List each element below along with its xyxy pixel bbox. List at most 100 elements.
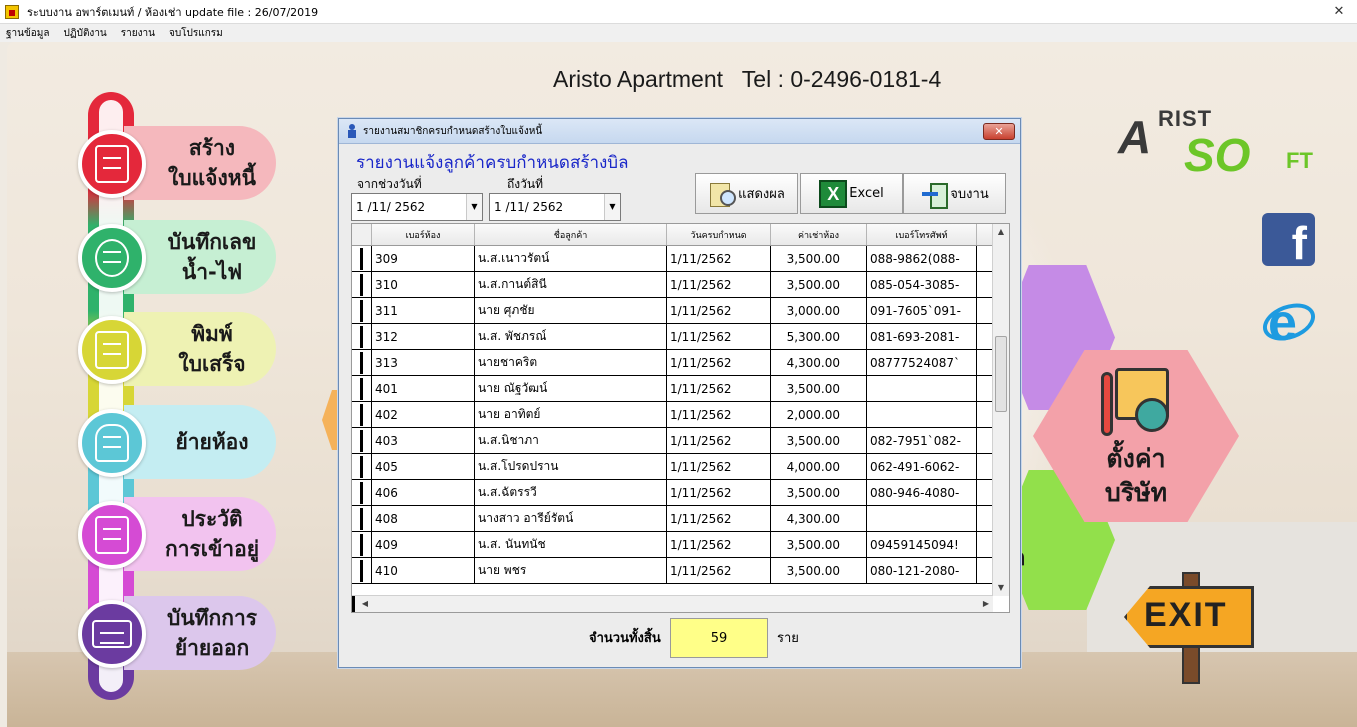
- cell-name[interactable]: น.ส.โปรดปราน: [475, 454, 667, 479]
- cell-name[interactable]: น.ส.กานต์สินี: [475, 272, 667, 297]
- cell-phone[interactable]: [867, 506, 977, 531]
- menu-exit-program[interactable]: จบโปรแกรม: [169, 26, 223, 41]
- cell-rent[interactable]: 3,000.00: [771, 298, 867, 323]
- report-table[interactable]: เบอร์ห้อง ชื่อลูกค้า วันครบกำหนด ค่าเช่า…: [351, 223, 1010, 613]
- table-row[interactable]: 313 นายชาคริต 1/11/2562 4,300.00 08777524087…: [352, 350, 993, 376]
- table-row[interactable]: 405 น.ส.โปรดปราน 1/11/2562 4,000.00 062-491-…: [352, 454, 993, 480]
- cell-name[interactable]: น.ส.ฉัตรรวี: [475, 480, 667, 505]
- menu-reports[interactable]: รายงาน: [121, 26, 155, 41]
- cell-rent[interactable]: 2,000.00: [771, 402, 867, 427]
- cell-phone[interactable]: 09459145094!: [867, 532, 977, 557]
- scroll-right-icon[interactable]: ▶: [979, 596, 993, 612]
- cell-phone[interactable]: 081-693-2081-: [867, 324, 977, 349]
- cell-name[interactable]: นายชาคริต: [475, 350, 667, 375]
- show-report-button[interactable]: แสดงผล: [695, 173, 798, 214]
- col-rent-header[interactable]: ค่าเช่าห้อง: [771, 224, 867, 245]
- to-date-picker[interactable]: 1 /11/ 2562 ▼: [489, 193, 621, 221]
- facebook-icon[interactable]: f: [1262, 213, 1315, 269]
- cell-room[interactable]: 410: [372, 558, 475, 583]
- cell-room[interactable]: 402: [372, 402, 475, 427]
- cell-room[interactable]: 406: [372, 480, 475, 505]
- cell-name[interactable]: นาย อาทิตย์: [475, 402, 667, 427]
- cell-date[interactable]: 1/11/2562: [667, 272, 771, 297]
- cell-name[interactable]: น.ส. นันทนัช: [475, 532, 667, 557]
- cell-date[interactable]: 1/11/2562: [667, 324, 771, 349]
- invoice-icon[interactable]: [78, 130, 146, 198]
- moving-truck-icon[interactable]: [78, 600, 146, 668]
- cell-room[interactable]: 401: [372, 376, 475, 401]
- cell-phone[interactable]: 08777524087`: [867, 350, 977, 375]
- receipt-icon[interactable]: [78, 316, 146, 384]
- move-room-icon[interactable]: [78, 409, 146, 477]
- cell-room[interactable]: 403: [372, 428, 475, 453]
- table-row[interactable]: 311 นาย ศุภชัย 1/11/2562 3,000.00 091-7605`0…: [352, 298, 993, 324]
- row-selector[interactable]: [352, 350, 372, 375]
- menu-stay-history[interactable]: ประวัติ การเข้าอยู่: [78, 495, 278, 575]
- row-selector[interactable]: [352, 506, 372, 531]
- scroll-thumb[interactable]: [995, 336, 1007, 412]
- cell-name[interactable]: น.ส. พัชภรณ์: [475, 324, 667, 349]
- table-row[interactable]: 406 น.ส.ฉัตรรวี 1/11/2562 3,500.00 080-946-4…: [352, 480, 993, 506]
- cell-rent[interactable]: 4,300.00: [771, 350, 867, 375]
- cell-date[interactable]: 1/11/2562: [667, 480, 771, 505]
- scroll-left-icon[interactable]: ◀: [358, 596, 372, 612]
- cell-rent[interactable]: 3,500.00: [771, 428, 867, 453]
- cell-phone[interactable]: 080-946-4080-: [867, 480, 977, 505]
- cell-date[interactable]: 1/11/2562: [667, 558, 771, 583]
- cell-rent[interactable]: 5,300.00: [771, 324, 867, 349]
- table-row[interactable]: 401 นาย ณัฐวัฒน์ 1/11/2562 3,500.00: [352, 376, 993, 402]
- cell-name[interactable]: นาย ศุภชัย: [475, 298, 667, 323]
- row-selector[interactable]: [352, 480, 372, 505]
- row-selector[interactable]: [352, 376, 372, 401]
- menu-record-utility-pill[interactable]: บันทึกเลข น้ำ-ไฟ: [124, 220, 276, 294]
- cell-rent[interactable]: 3,500.00: [771, 532, 867, 557]
- cell-date[interactable]: 1/11/2562: [667, 506, 771, 531]
- cell-phone[interactable]: 091-7605`091-: [867, 298, 977, 323]
- cell-date[interactable]: 1/11/2562: [667, 246, 771, 271]
- vertical-scrollbar[interactable]: ▲ ▼: [992, 224, 1009, 596]
- scroll-down-icon[interactable]: ▼: [993, 580, 1009, 596]
- history-icon[interactable]: [78, 501, 146, 569]
- row-selector[interactable]: [352, 272, 372, 297]
- table-row[interactable]: 309 น.ส.เนาวรัตน์ 1/11/2562 3,500.00 088-986…: [352, 246, 993, 272]
- menu-create-invoice[interactable]: สร้าง ใบแจ้งหนี้: [78, 124, 278, 204]
- row-selector[interactable]: [352, 246, 372, 271]
- scroll-up-icon[interactable]: ▲: [993, 224, 1009, 240]
- cell-date[interactable]: 1/11/2562: [667, 298, 771, 323]
- menu-move-room[interactable]: ย้ายห้อง: [78, 403, 278, 483]
- cell-date[interactable]: 1/11/2562: [667, 402, 771, 427]
- chevron-down-icon[interactable]: ▼: [604, 194, 620, 220]
- meter-icon[interactable]: [78, 224, 146, 292]
- menu-create-invoice-pill[interactable]: สร้าง ใบแจ้งหนี้: [124, 126, 276, 200]
- menu-record-utility[interactable]: บันทึกเลข น้ำ-ไฟ: [78, 218, 278, 298]
- row-selector[interactable]: [352, 324, 372, 349]
- row-selector[interactable]: [352, 402, 372, 427]
- col-room-header[interactable]: เบอร์ห้อง: [372, 224, 475, 245]
- col-date-header[interactable]: วันครบกำหนด: [667, 224, 771, 245]
- cell-rent[interactable]: 3,500.00: [771, 246, 867, 271]
- chevron-down-icon[interactable]: ▼: [466, 194, 482, 220]
- cell-rent[interactable]: 4,300.00: [771, 506, 867, 531]
- cell-room[interactable]: 310: [372, 272, 475, 297]
- menu-operations[interactable]: ปฏิบัติงาน: [64, 26, 107, 41]
- col-name-header[interactable]: ชื่อลูกค้า: [475, 224, 667, 245]
- table-row[interactable]: 408 นางสาว อารีย์รัตน์ 1/11/2562 4,300.00: [352, 506, 993, 532]
- cell-name[interactable]: นาย พชร: [475, 558, 667, 583]
- table-row[interactable]: 403 น.ส.นิชาภา 1/11/2562 3,500.00 082-7951`0…: [352, 428, 993, 454]
- window-close-button[interactable]: ✕: [1327, 3, 1351, 21]
- row-selector[interactable]: [352, 298, 372, 323]
- menu-print-receipt[interactable]: พิมพ์ ใบเสร็จ: [78, 310, 278, 390]
- row-selector[interactable]: [352, 558, 372, 583]
- col-phone-header[interactable]: เบอร์โทรศัพท์: [867, 224, 977, 245]
- cell-name[interactable]: นาย ณัฐวัฒน์: [475, 376, 667, 401]
- cell-phone[interactable]: [867, 376, 977, 401]
- export-excel-button[interactable]: Excel: [800, 173, 903, 214]
- cell-phone[interactable]: 062-491-6062-: [867, 454, 977, 479]
- dialog-close-button[interactable]: ✕: [983, 123, 1015, 140]
- menu-move-room-pill[interactable]: ย้ายห้อง: [124, 405, 276, 479]
- cell-room[interactable]: 309: [372, 246, 475, 271]
- cell-phone[interactable]: 088-9862(088-: [867, 246, 977, 271]
- cell-name[interactable]: น.ส.นิชาภา: [475, 428, 667, 453]
- cell-room[interactable]: 313: [372, 350, 475, 375]
- cell-phone[interactable]: [867, 402, 977, 427]
